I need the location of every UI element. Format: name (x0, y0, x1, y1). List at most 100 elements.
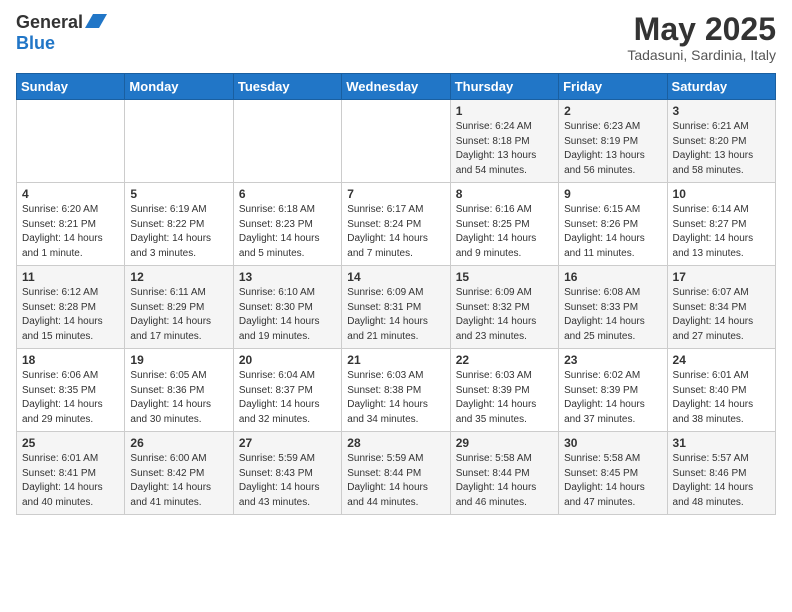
calendar-day-cell: 23 Sunrise: 6:02 AMSunset: 8:39 PMDayligh… (559, 349, 667, 432)
day-info: Sunrise: 6:03 AMSunset: 8:39 PMDaylight:… (456, 369, 553, 427)
day-number: 3 (673, 104, 770, 118)
calendar-day-cell: 17 Sunrise: 6:07 AMSunset: 8:34 PMDayligh… (667, 266, 775, 349)
day-number: 19 (130, 353, 227, 367)
day-number: 20 (239, 353, 336, 367)
calendar-day-cell: 6 Sunrise: 6:18 AMSunset: 8:23 PMDaylight… (233, 183, 341, 266)
calendar-day-cell: 2 Sunrise: 6:23 AMSunset: 8:19 PMDaylight… (559, 100, 667, 183)
day-info: Sunrise: 6:14 AMSunset: 8:27 PMDaylight:… (673, 203, 770, 261)
day-number: 24 (673, 353, 770, 367)
calendar-day-cell: 11Sunrise: 6:12 AMSunset: 8:28 PMDayligh… (17, 266, 125, 349)
day-info: Sunrise: 6:21 AMSunset: 8:20 PMDaylight:… (673, 120, 770, 178)
weekday-header: Thursday (450, 74, 558, 100)
day-info: Sunrise: 6:07 AMSunset: 8:34 PMDaylight:… (673, 286, 770, 344)
day-number: 28 (347, 436, 444, 450)
calendar-day-cell: 13 Sunrise: 6:10 AMSunset: 8:30 PMDayligh… (233, 266, 341, 349)
calendar-day-cell: 19 Sunrise: 6:05 AMSunset: 8:36 PMDayligh… (125, 349, 233, 432)
day-number: 18 (22, 353, 119, 367)
day-number: 10 (673, 187, 770, 201)
day-info: Sunrise: 6:19 AMSunset: 8:22 PMDaylight:… (130, 203, 227, 261)
calendar-day-cell: 20 Sunrise: 6:04 AMSunset: 8:37 PMDayligh… (233, 349, 341, 432)
weekday-header: Tuesday (233, 74, 341, 100)
day-info: Sunrise: 5:57 AMSunset: 8:46 PMDaylight:… (673, 452, 770, 510)
calendar-day-cell: 7Sunrise: 6:17 AMSunset: 8:24 PMDaylight… (342, 183, 450, 266)
calendar-day-cell: 25 Sunrise: 6:01 AMSunset: 8:41 PMDayligh… (17, 432, 125, 515)
calendar-day-cell: 9 Sunrise: 6:15 AMSunset: 8:26 PMDaylight… (559, 183, 667, 266)
calendar-day-cell: 4Sunrise: 6:20 AMSunset: 8:21 PMDaylight… (17, 183, 125, 266)
weekday-header: Friday (559, 74, 667, 100)
day-number: 2 (564, 104, 661, 118)
day-info: Sunrise: 6:04 AMSunset: 8:37 PMDaylight:… (239, 369, 336, 427)
day-number: 5 (130, 187, 227, 201)
day-info: Sunrise: 6:08 AMSunset: 8:33 PMDaylight:… (564, 286, 661, 344)
day-info: Sunrise: 6:23 AMSunset: 8:19 PMDaylight:… (564, 120, 661, 178)
day-info: Sunrise: 6:24 AMSunset: 8:18 PMDaylight:… (456, 120, 553, 178)
day-info: Sunrise: 6:00 AMSunset: 8:42 PMDaylight:… (130, 452, 227, 510)
day-info: Sunrise: 6:17 AMSunset: 8:24 PMDaylight:… (347, 203, 444, 261)
day-info: Sunrise: 6:01 AMSunset: 8:41 PMDaylight:… (22, 452, 119, 510)
day-number: 6 (239, 187, 336, 201)
calendar-day-cell (17, 100, 125, 183)
day-info: Sunrise: 5:58 AMSunset: 8:45 PMDaylight:… (564, 452, 661, 510)
calendar-day-cell: 8 Sunrise: 6:16 AMSunset: 8:25 PMDaylight… (450, 183, 558, 266)
logo: General Blue (16, 12, 107, 54)
calendar-day-cell: 14 Sunrise: 6:09 AMSunset: 8:31 PMDayligh… (342, 266, 450, 349)
day-info: Sunrise: 5:59 AMSunset: 8:43 PMDaylight:… (239, 452, 336, 510)
calendar-day-cell: 3 Sunrise: 6:21 AMSunset: 8:20 PMDaylight… (667, 100, 775, 183)
calendar-day-cell: 27 Sunrise: 5:59 AMSunset: 8:43 PMDayligh… (233, 432, 341, 515)
day-info: Sunrise: 6:05 AMSunset: 8:36 PMDaylight:… (130, 369, 227, 427)
day-info: Sunrise: 6:09 AMSunset: 8:32 PMDaylight:… (456, 286, 553, 344)
day-number: 27 (239, 436, 336, 450)
calendar-day-cell (125, 100, 233, 183)
calendar-day-cell: 15 Sunrise: 6:09 AMSunset: 8:32 PMDayligh… (450, 266, 558, 349)
day-info: Sunrise: 6:12 AMSunset: 8:28 PMDaylight:… (22, 286, 119, 344)
calendar-week-row: 4Sunrise: 6:20 AMSunset: 8:21 PMDaylight… (17, 183, 776, 266)
day-number: 16 (564, 270, 661, 284)
weekday-header: Monday (125, 74, 233, 100)
calendar-day-cell: 28 Sunrise: 5:59 AMSunset: 8:44 PMDayligh… (342, 432, 450, 515)
day-number: 29 (456, 436, 553, 450)
day-number: 14 (347, 270, 444, 284)
day-info: Sunrise: 6:02 AMSunset: 8:39 PMDaylight:… (564, 369, 661, 427)
location-subtitle: Tadasuni, Sardinia, Italy (627, 47, 776, 63)
calendar-day-cell: 31 Sunrise: 5:57 AMSunset: 8:46 PMDayligh… (667, 432, 775, 515)
day-number: 17 (673, 270, 770, 284)
logo-icon (85, 14, 107, 30)
day-number: 8 (456, 187, 553, 201)
calendar-day-cell: 21Sunrise: 6:03 AMSunset: 8:38 PMDayligh… (342, 349, 450, 432)
day-info: Sunrise: 5:59 AMSunset: 8:44 PMDaylight:… (347, 452, 444, 510)
day-number: 13 (239, 270, 336, 284)
calendar-day-cell: 30 Sunrise: 5:58 AMSunset: 8:45 PMDayligh… (559, 432, 667, 515)
calendar-day-cell: 1 Sunrise: 6:24 AMSunset: 8:18 PMDaylight… (450, 100, 558, 183)
logo-general-text: General (16, 12, 83, 33)
day-info: Sunrise: 6:15 AMSunset: 8:26 PMDaylight:… (564, 203, 661, 261)
day-number: 31 (673, 436, 770, 450)
day-info: Sunrise: 6:09 AMSunset: 8:31 PMDaylight:… (347, 286, 444, 344)
calendar-day-cell: 22Sunrise: 6:03 AMSunset: 8:39 PMDayligh… (450, 349, 558, 432)
calendar-week-row: 1 Sunrise: 6:24 AMSunset: 8:18 PMDaylight… (17, 100, 776, 183)
header-row: SundayMondayTuesdayWednesdayThursdayFrid… (17, 74, 776, 100)
calendar-table: SundayMondayTuesdayWednesdayThursdayFrid… (16, 73, 776, 515)
logo-blue-text: Blue (16, 33, 55, 53)
calendar-day-cell: 24 Sunrise: 6:01 AMSunset: 8:40 PMDayligh… (667, 349, 775, 432)
month-title: May 2025 (627, 12, 776, 47)
day-number: 9 (564, 187, 661, 201)
title-block: May 2025 Tadasuni, Sardinia, Italy (627, 12, 776, 63)
day-info: Sunrise: 6:11 AMSunset: 8:29 PMDaylight:… (130, 286, 227, 344)
day-info: Sunrise: 6:18 AMSunset: 8:23 PMDaylight:… (239, 203, 336, 261)
day-number: 1 (456, 104, 553, 118)
day-info: Sunrise: 5:58 AMSunset: 8:44 PMDaylight:… (456, 452, 553, 510)
day-info: Sunrise: 6:10 AMSunset: 8:30 PMDaylight:… (239, 286, 336, 344)
calendar-week-row: 18Sunrise: 6:06 AMSunset: 8:35 PMDayligh… (17, 349, 776, 432)
calendar-page: General Blue May 2025 Tadasuni, Sardinia… (0, 0, 792, 612)
day-number: 15 (456, 270, 553, 284)
weekday-header: Wednesday (342, 74, 450, 100)
day-number: 30 (564, 436, 661, 450)
day-number: 4 (22, 187, 119, 201)
day-number: 25 (22, 436, 119, 450)
calendar-day-cell: 18Sunrise: 6:06 AMSunset: 8:35 PMDayligh… (17, 349, 125, 432)
day-number: 23 (564, 353, 661, 367)
day-number: 21 (347, 353, 444, 367)
day-info: Sunrise: 6:16 AMSunset: 8:25 PMDaylight:… (456, 203, 553, 261)
calendar-day-cell: 5 Sunrise: 6:19 AMSunset: 8:22 PMDaylight… (125, 183, 233, 266)
day-info: Sunrise: 6:01 AMSunset: 8:40 PMDaylight:… (673, 369, 770, 427)
